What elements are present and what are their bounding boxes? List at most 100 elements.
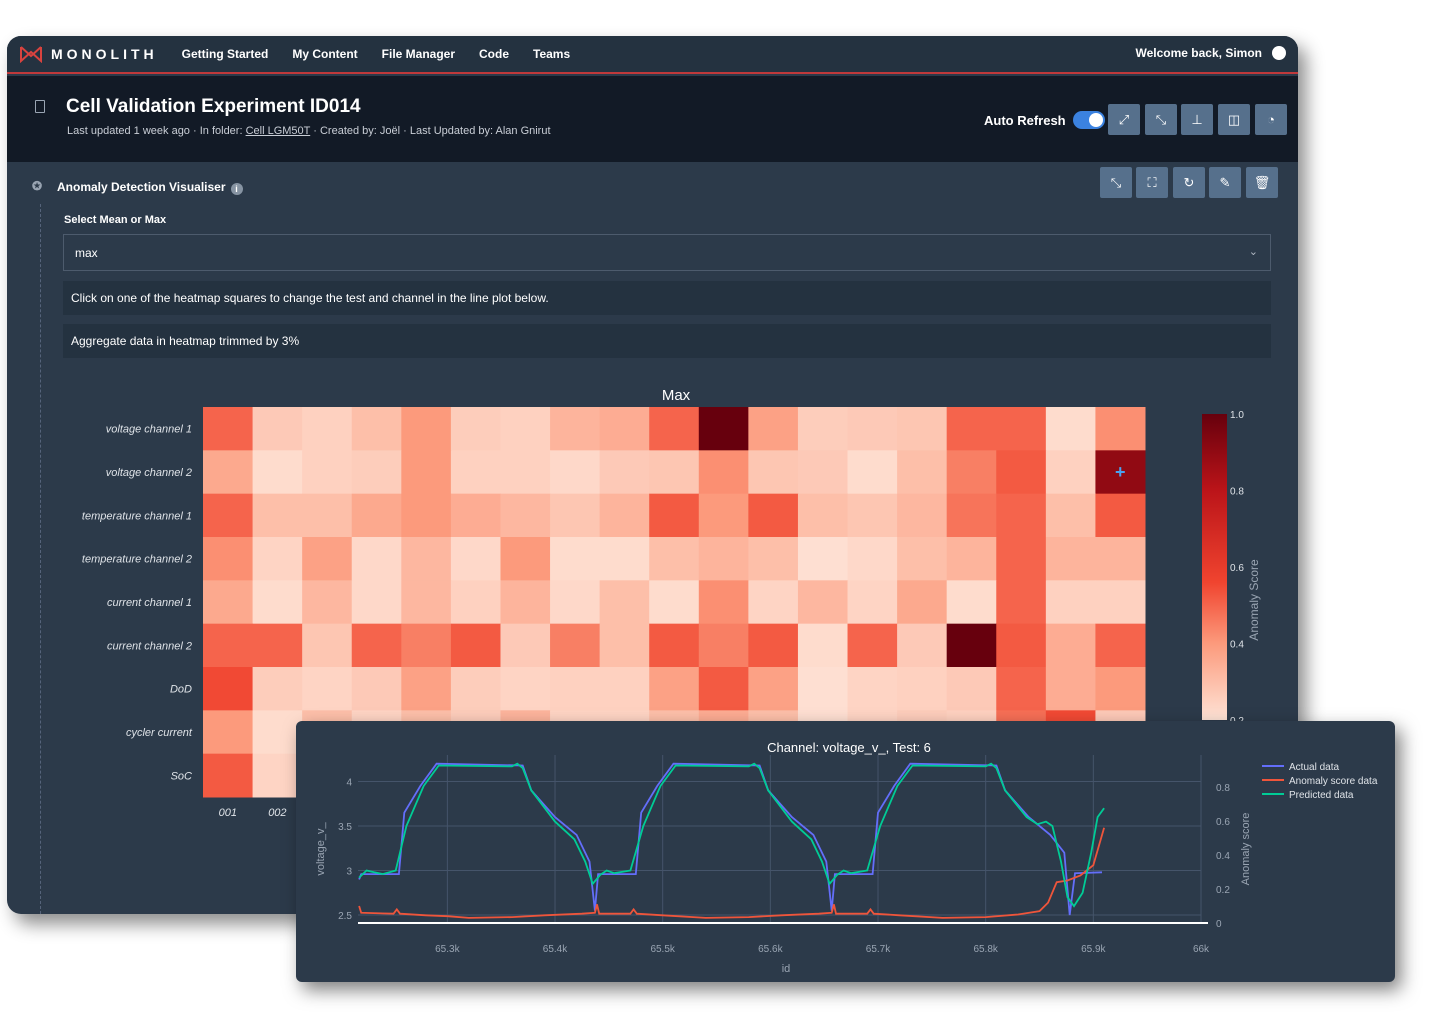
heatmap-cell[interactable] xyxy=(500,623,551,668)
heatmap-cell[interactable] xyxy=(351,450,402,495)
heatmap-cell[interactable] xyxy=(1095,580,1146,625)
heatmap-cell[interactable] xyxy=(797,407,849,451)
heatmap-cell[interactable] xyxy=(748,493,799,538)
heatmap-cell[interactable] xyxy=(649,537,700,581)
heatmap-cell[interactable] xyxy=(599,580,650,625)
heatmap-cell[interactable] xyxy=(847,493,898,538)
heatmap-cell[interactable] xyxy=(996,580,1047,625)
heatmap-cell[interactable] xyxy=(698,623,749,668)
heatmap-cell[interactable] xyxy=(698,667,749,711)
heatmap-cell[interactable] xyxy=(996,537,1047,581)
heatmap-cell[interactable] xyxy=(797,537,849,581)
heatmap-cell[interactable] xyxy=(797,623,849,668)
heatmap-cell[interactable] xyxy=(946,580,997,625)
heatmap-cell[interactable] xyxy=(302,493,353,538)
heatmap-cell[interactable] xyxy=(897,537,948,581)
heatmap-cell[interactable] xyxy=(1095,623,1146,668)
heatmap-cell[interactable] xyxy=(649,493,700,538)
heatmap-cell[interactable] xyxy=(500,537,551,581)
heatmap-cell[interactable] xyxy=(897,667,948,711)
heatmap-cell[interactable] xyxy=(1045,537,1096,581)
heatmap-cell[interactable] xyxy=(1045,407,1096,451)
heatmap-cell[interactable] xyxy=(401,407,452,451)
heatmap-cell[interactable] xyxy=(203,710,254,755)
heatmap-cell[interactable] xyxy=(550,493,601,538)
heatmap-cell[interactable] xyxy=(996,623,1047,668)
heatmap-cell[interactable] xyxy=(797,450,849,495)
heatmap-cell[interactable] xyxy=(847,667,898,711)
legend-entry[interactable]: Anomaly score data xyxy=(1289,776,1378,787)
heatmap-cell[interactable] xyxy=(946,667,997,711)
heatmap-cell[interactable] xyxy=(550,407,601,451)
heatmap-cell[interactable] xyxy=(550,580,601,625)
heatmap-cell[interactable] xyxy=(599,667,650,711)
heatmap-cell[interactable] xyxy=(550,450,601,495)
heatmap-cell[interactable] xyxy=(500,580,551,625)
heatmap-cell[interactable] xyxy=(351,667,402,711)
heatmap-cell[interactable] xyxy=(450,580,501,625)
heatmap-cell[interactable] xyxy=(847,450,898,495)
heatmap-cell[interactable] xyxy=(401,667,452,711)
heatmap-cell[interactable] xyxy=(748,537,799,581)
heatmap-cell[interactable] xyxy=(302,537,353,581)
heatmap-cell[interactable] xyxy=(847,580,898,625)
heatmap-cell[interactable] xyxy=(203,753,254,798)
heatmap-cell[interactable] xyxy=(302,667,353,711)
heatmap-cell[interactable] xyxy=(847,537,898,581)
heatmap-cell[interactable] xyxy=(847,407,898,451)
heatmap-cell[interactable] xyxy=(797,493,849,538)
heatmap-cell[interactable] xyxy=(748,450,799,495)
heatmap-cell[interactable] xyxy=(698,580,749,625)
heatmap-cell[interactable] xyxy=(450,667,501,711)
heatmap-cell[interactable] xyxy=(946,537,997,581)
heatmap-cell[interactable] xyxy=(252,537,303,581)
heatmap-cell[interactable] xyxy=(203,580,254,625)
heatmap-cell[interactable] xyxy=(351,407,402,451)
heatmap-cell[interactable] xyxy=(1045,667,1096,711)
heatmap-cell[interactable] xyxy=(599,623,650,668)
heatmap-cell[interactable] xyxy=(599,537,650,581)
heatmap-cell[interactable] xyxy=(599,450,650,495)
heatmap-cell[interactable] xyxy=(698,537,749,581)
heatmap-cell[interactable] xyxy=(550,537,601,581)
heatmap-cell[interactable] xyxy=(946,623,997,668)
heatmap-cell[interactable] xyxy=(203,407,254,451)
heatmap-cell[interactable] xyxy=(401,580,452,625)
heatmap-cell[interactable] xyxy=(351,580,402,625)
heatmap-cell[interactable] xyxy=(748,623,799,668)
heatmap-cell[interactable] xyxy=(649,667,700,711)
heatmap-cell[interactable] xyxy=(996,407,1047,451)
heatmap-cell[interactable] xyxy=(500,407,551,451)
heatmap-cell[interactable] xyxy=(996,667,1047,711)
heatmap-cell[interactable] xyxy=(897,580,948,625)
heatmap-cell[interactable] xyxy=(1095,667,1146,711)
heatmap-cell[interactable] xyxy=(302,450,353,495)
heatmap-cell[interactable] xyxy=(698,493,749,538)
heatmap-cell[interactable] xyxy=(599,493,650,538)
heatmap-cell[interactable] xyxy=(450,407,501,451)
heatmap-cell[interactable] xyxy=(401,537,452,581)
heatmap-cell[interactable] xyxy=(946,493,997,538)
heatmap-cell[interactable] xyxy=(797,580,849,625)
heatmap-cell[interactable] xyxy=(996,450,1047,495)
heatmap-cell[interactable] xyxy=(649,407,700,451)
heatmap-cell[interactable] xyxy=(252,450,303,495)
heatmap-cell[interactable] xyxy=(897,450,948,495)
heatmap-cell[interactable] xyxy=(450,450,501,495)
heatmap-cell[interactable] xyxy=(897,407,948,451)
heatmap-cell[interactable] xyxy=(550,623,601,668)
heatmap-cell[interactable] xyxy=(1045,450,1096,495)
heatmap-cell[interactable] xyxy=(252,623,303,668)
heatmap-cell[interactable] xyxy=(1045,493,1096,538)
heatmap-cell[interactable] xyxy=(698,450,749,495)
heatmap-cell[interactable] xyxy=(500,493,551,538)
heatmap-cell[interactable] xyxy=(203,667,254,711)
heatmap-cell[interactable] xyxy=(649,450,700,495)
heatmap-cell[interactable] xyxy=(897,493,948,538)
heatmap-cell[interactable] xyxy=(203,537,254,581)
heatmap-cell[interactable] xyxy=(450,623,501,668)
heatmap-cell[interactable] xyxy=(698,407,749,451)
heatmap-cell[interactable] xyxy=(797,667,849,711)
heatmap-cell[interactable] xyxy=(1045,580,1096,625)
heatmap-cell[interactable] xyxy=(203,493,254,538)
